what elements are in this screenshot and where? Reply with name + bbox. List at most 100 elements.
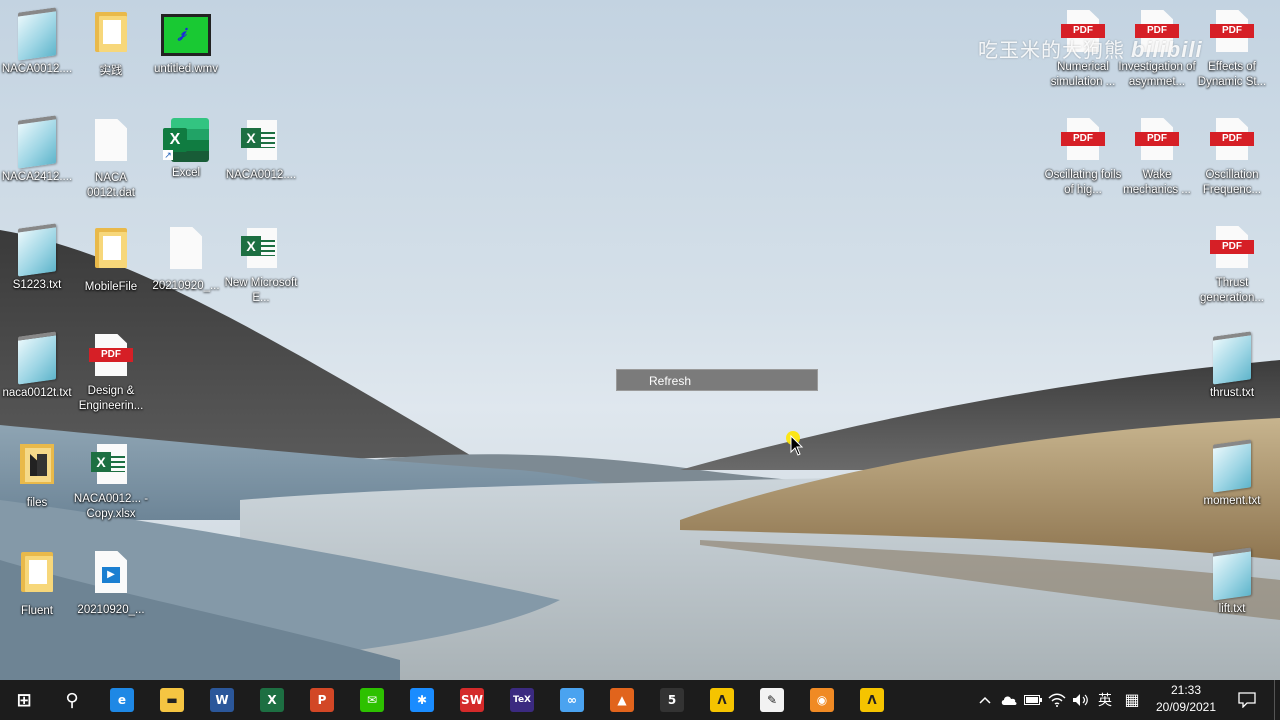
pdf-file-icon: PDF: [1210, 8, 1254, 56]
pdf-file-icon: PDF: [89, 332, 133, 380]
ansys-icon-glyph: Λ: [710, 688, 734, 712]
desktop-icon-shijian-folder[interactable]: 实践: [72, 8, 150, 79]
ansys-icon[interactable]: Λ: [698, 680, 746, 720]
desktop-icon-effects-dynamic-pdf[interactable]: PDF Effects of Dynamic St...: [1193, 8, 1271, 90]
video-file-icon: ▶: [95, 551, 127, 593]
video-thumbnail-icon: 𝒿: [161, 14, 211, 56]
desktop-icon-design-engineering-pdf[interactable]: PDF Design & Engineerin...: [72, 332, 150, 414]
text-file-icon: [18, 115, 56, 169]
matlab-icon[interactable]: ▲: [598, 680, 646, 720]
clock-date: 20/09/2021: [1155, 700, 1217, 714]
solidworks-icon[interactable]: SW: [448, 680, 496, 720]
pdf-file-icon: PDF: [1061, 116, 1105, 164]
show-desktop-button[interactable]: [1274, 680, 1280, 720]
excel-file-icon: X: [237, 116, 285, 164]
excel-taskbar-icon[interactable]: X: [248, 680, 296, 720]
blank-file-icon: [95, 119, 127, 161]
tex-icon[interactable]: TeX: [498, 680, 546, 720]
search-button[interactable]: ⚲: [48, 680, 96, 720]
ansys-2-icon[interactable]: Λ: [848, 680, 896, 720]
desktop-icon-oscillating-foils-pdf[interactable]: PDF Oscillating foils of hig...: [1044, 116, 1122, 198]
battery-icon[interactable]: [1022, 680, 1044, 720]
solidworks-icon-glyph: SW: [460, 688, 484, 712]
desktop-icon-oscillation-frequency-pdf[interactable]: PDF Oscillation Frequenc...: [1193, 116, 1271, 198]
excel-taskbar-icon-glyph: X: [260, 688, 284, 712]
start-button[interactable]: ⊞: [0, 680, 48, 720]
pdf-file-icon: PDF: [1135, 116, 1179, 164]
input-method-label[interactable]: 英: [1094, 680, 1116, 720]
system-clock[interactable]: 21:33 20/09/2021: [1150, 682, 1222, 716]
desktop-icon-wake-mechanics-pdf[interactable]: PDF Wake mechanics ...: [1118, 116, 1196, 198]
cloud-sync-icon-glyph: ∞: [560, 688, 584, 712]
folder-icon: [95, 12, 127, 52]
ansys-2-icon-glyph: Λ: [860, 688, 884, 712]
pdf-file-icon: PDF: [1210, 116, 1254, 164]
video-watermark: 吃玉米的大狗熊 bilibili: [978, 37, 1203, 62]
word-icon-glyph: W: [210, 688, 234, 712]
desktop-icon-excel-shortcut[interactable]: X ↗ Excel: [147, 116, 225, 181]
tray-overflow-chevron-icon[interactable]: [976, 680, 994, 720]
edge-icon-glyph: e: [110, 688, 134, 712]
desktop-icon-20210920-video[interactable]: ▶ 20210920_...: [72, 548, 150, 618]
search-glyph: ⚲: [65, 689, 79, 711]
file-explorer-icon-glyph: ▬: [160, 688, 184, 712]
desktop-icon-naca-dat[interactable]: NACA 0012t.dat: [72, 116, 150, 201]
text-file-icon: [1213, 547, 1251, 601]
folder-icon: [21, 552, 53, 592]
desktop-icon-naca2412-txt[interactable]: NACA2412....: [0, 115, 76, 185]
text-file-icon: [1213, 331, 1251, 385]
desktop-icon-new-excel[interactable]: X New Microsoft E...: [222, 224, 300, 306]
cloud-sync-icon[interactable]: ∞: [548, 680, 596, 720]
text-file-icon: [18, 331, 56, 385]
desktop-icon-thrust-txt[interactable]: thrust.txt: [1193, 331, 1271, 401]
matlab-icon-glyph: ▲: [610, 688, 634, 712]
file-explorer-icon[interactable]: ▬: [148, 680, 196, 720]
fluent-icon[interactable]: ◉: [798, 680, 846, 720]
taskbar: ⊞ ⚲ e ▬ W X P ✉ ✱ SW TeX ∞ ▲ 5 Λ ✎ ◉ Λ 英 ▦ 21:33 20/09/20…: [0, 680, 1280, 720]
desktop-icon-fluent-folder[interactable]: Fluent: [0, 548, 76, 619]
start-glyph: ⊞: [16, 689, 32, 711]
desktop-icon-moment-txt[interactable]: moment.txt: [1193, 439, 1271, 509]
pdf-file-icon: PDF: [1210, 224, 1254, 272]
powerpoint-icon-glyph: P: [310, 688, 334, 712]
blank-file-icon: [170, 227, 202, 269]
powerpoint-icon[interactable]: P: [298, 680, 346, 720]
edge-icon[interactable]: e: [98, 680, 146, 720]
desktop-icon-files-folder[interactable]: files: [0, 440, 76, 511]
app-5-icon[interactable]: 5: [648, 680, 696, 720]
app-5-icon-glyph: 5: [660, 688, 684, 712]
text-file-icon: [18, 223, 56, 277]
desktop-icon-naca0012t-txt[interactable]: naca0012t.txt: [0, 331, 76, 401]
star-app-icon[interactable]: ✱: [398, 680, 446, 720]
desktop-icon-untitled-wmv[interactable]: 𝒿 untitled.wmv: [147, 8, 225, 77]
text-file-icon: [1213, 439, 1251, 493]
fluent-icon-glyph: ◉: [810, 688, 834, 712]
pen-tool-icon-glyph: ✎: [760, 688, 784, 712]
wifi-icon[interactable]: [1046, 680, 1068, 720]
context-menu-refresh[interactable]: Refresh: [616, 369, 818, 391]
desktop-icon-thrust-generation-pdf[interactable]: PDF Thrust generation...: [1193, 224, 1271, 306]
volume-icon[interactable]: [1070, 680, 1092, 720]
notification-center-icon[interactable]: [1234, 680, 1260, 720]
desktop-icon-20210920-file[interactable]: 20210920_...: [147, 224, 225, 294]
excel-app-icon: X ↗: [163, 118, 209, 162]
tex-icon-glyph: TeX: [510, 688, 534, 712]
desktop-icon-naca0012-txt[interactable]: NACA0012....: [0, 7, 76, 77]
desktop-icon-naca0012-copy-xlsx[interactable]: X NACA0012... - Copy.xlsx: [72, 440, 150, 522]
pen-tool-icon[interactable]: ✎: [748, 680, 796, 720]
project-folder-icon: [20, 444, 54, 484]
desktop[interactable]: NACA0012.... 实践 𝒿 untitled.wmv NACA2412.…: [0, 0, 1280, 680]
input-method-grid-icon[interactable]: ▦: [1120, 680, 1144, 720]
word-icon[interactable]: W: [198, 680, 246, 720]
wechat-icon-glyph: ✉: [360, 688, 384, 712]
excel-file-icon: X: [237, 224, 285, 272]
mouse-cursor-icon: [786, 431, 804, 456]
wechat-icon[interactable]: ✉: [348, 680, 396, 720]
wallpaper-landscape: [0, 230, 1280, 680]
excel-file-icon: X: [87, 440, 135, 488]
desktop-icon-lift-txt[interactable]: lift.txt: [1193, 547, 1271, 617]
onedrive-cloud-icon[interactable]: [998, 680, 1020, 720]
desktop-icon-mobilefile-folder[interactable]: MobileFile: [72, 224, 150, 295]
desktop-icon-naca0012-xlsx[interactable]: X NACA0012....: [222, 116, 300, 183]
desktop-icon-s1223-txt[interactable]: S1223.txt: [0, 223, 76, 293]
